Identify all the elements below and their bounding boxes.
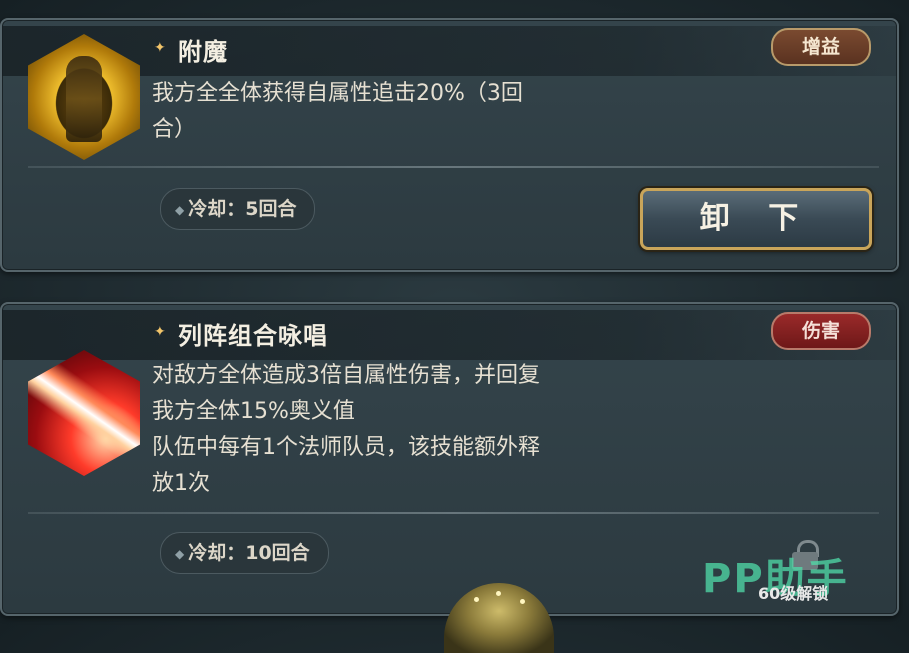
skill-type-badge: 增益	[771, 28, 871, 66]
cooldown-badge: ◆ 冷却：5回合	[160, 188, 316, 230]
unequip-button[interactable]: 卸 下	[640, 188, 872, 250]
title-band	[2, 310, 897, 360]
diamond-bullet-icon: ✦	[154, 324, 166, 340]
divider	[28, 166, 879, 168]
formation-chant-skill-icon	[28, 350, 140, 476]
unlock-level-text: 60级解锁	[758, 584, 829, 603]
cooldown-text: 冷却：5回合	[188, 198, 297, 220]
skill-description: 我方全全体获得自属性追击20%（3回 合）	[152, 81, 523, 142]
skill-title: 列阵组合咏唱	[178, 322, 328, 350]
diamond-icon: ◆	[175, 202, 185, 217]
diamond-icon: ◆	[175, 546, 185, 561]
skill-card-formation-chant: ✦ 列阵组合咏唱 伤害 对敌方全体造成3倍自属性伤害，并回复 我方全体15%奥义…	[0, 302, 899, 616]
skill-type-badge: 伤害	[771, 312, 871, 350]
skill-card-enchant: ✦ 附魔 增益 我方全全体获得自属性追击20%（3回 合） ◆ 冷却：5回合 卸 …	[0, 18, 899, 272]
skill-title: 附魔	[178, 38, 228, 66]
cooldown-text: 冷却：10回合	[188, 542, 310, 564]
divider	[28, 512, 879, 514]
skill-description: 对敌方全体造成3倍自属性伤害，并回复 我方全体15%奥义值 队伍中每有1个法师队…	[152, 363, 540, 496]
cooldown-badge: ◆ 冷却：10回合	[160, 532, 329, 574]
diamond-bullet-icon: ✦	[154, 40, 166, 56]
